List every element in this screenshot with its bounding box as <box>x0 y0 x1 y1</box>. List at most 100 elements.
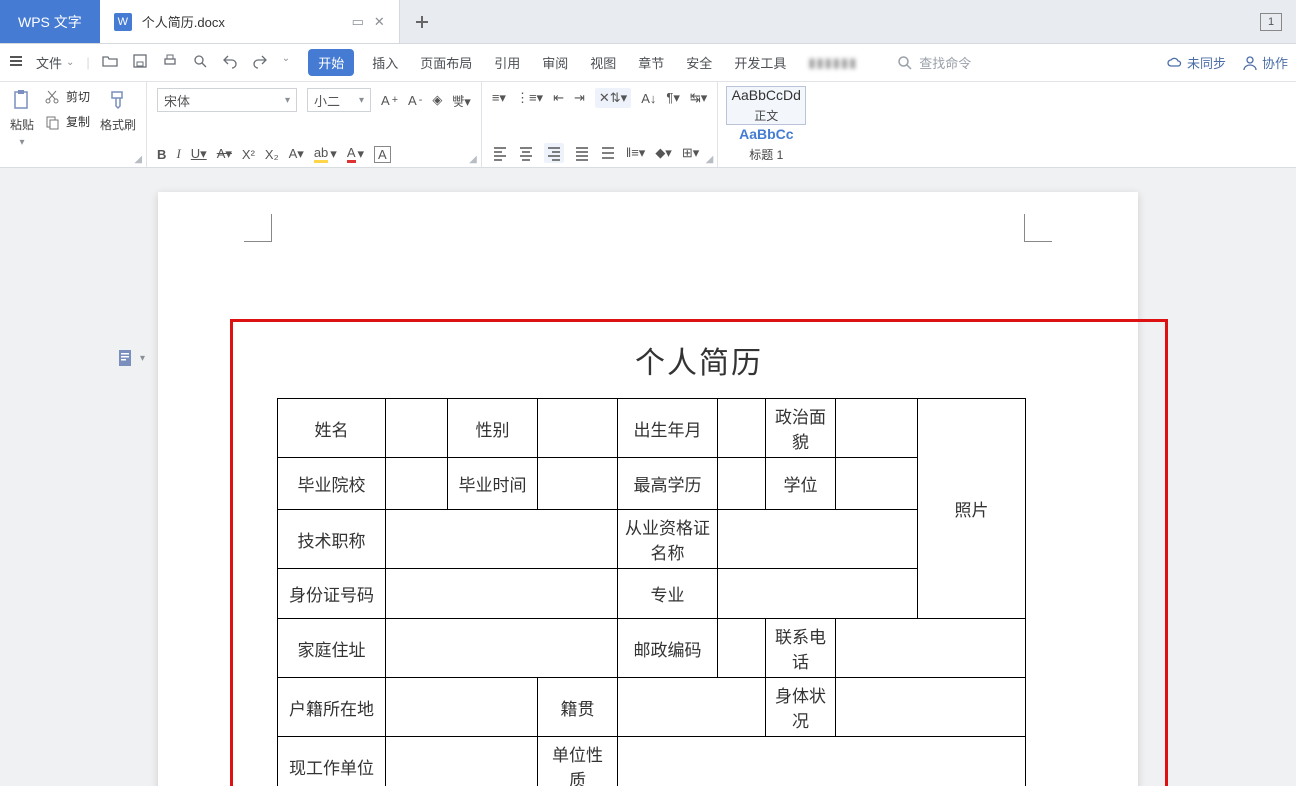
distribute-button[interactable] <box>600 145 616 161</box>
tab-devtools[interactable]: 开发工具 <box>730 49 790 76</box>
cell-label[interactable]: 籍贯 <box>538 678 618 737</box>
redo-icon[interactable] <box>252 53 268 72</box>
cell-value[interactable] <box>836 678 1026 737</box>
cell-label[interactable]: 性别 <box>448 399 538 458</box>
italic-button[interactable]: I <box>176 146 180 162</box>
shading-button[interactable]: ◆▾ <box>655 145 672 161</box>
hamburger-icon[interactable] <box>8 53 24 72</box>
style-heading1[interactable]: AaBbCc 标题 1 <box>726 125 806 164</box>
tab-insert[interactable]: 插入 <box>368 49 402 76</box>
cell-value[interactable] <box>386 399 448 458</box>
close-tab-icon[interactable]: ✕ <box>374 14 385 30</box>
cell-photo[interactable]: 照片 <box>918 399 1026 619</box>
cell-label[interactable]: 学位 <box>766 458 836 510</box>
tab-pagelayout[interactable]: 页面布局 <box>416 49 476 76</box>
bullets-button[interactable]: ≡▾ <box>492 90 506 106</box>
cell-label[interactable]: 毕业时间 <box>448 458 538 510</box>
group-launcher-icon[interactable]: ◢ <box>469 154 477 165</box>
strike-button[interactable]: A▾ <box>217 146 232 162</box>
subscript-button[interactable]: X₂ <box>265 147 279 162</box>
cell-value[interactable] <box>718 399 766 458</box>
align-right-button[interactable] <box>544 143 564 163</box>
cell-label[interactable]: 邮政编码 <box>618 619 718 678</box>
page[interactable]: ▾ 个人简历 姓名 性别 出生年月 政治面貌 照片 毕业院校 <box>158 192 1138 786</box>
cell-label[interactable]: 单位性质 <box>538 737 618 786</box>
command-search[interactable]: 查找命令 <box>897 53 971 72</box>
print-preview-icon[interactable] <box>192 53 208 72</box>
cell-value[interactable] <box>836 458 918 510</box>
tab-security[interactable]: 安全 <box>682 49 716 76</box>
new-tab-button[interactable] <box>400 0 444 43</box>
increase-font-icon[interactable]: A+ <box>381 93 398 108</box>
line-spacing2-button[interactable]: ‖≡▾ <box>626 145 645 161</box>
cell-label[interactable]: 身份证号码 <box>278 569 386 619</box>
char-border-button[interactable]: A <box>374 146 391 163</box>
align-center-button[interactable] <box>518 145 534 161</box>
app-tab[interactable]: WPS 文字 <box>0 0 100 43</box>
highlight-button[interactable]: ab▾ <box>314 145 337 163</box>
tab-button[interactable]: ↹▾ <box>690 90 707 106</box>
cut-button[interactable]: 剪切 <box>44 88 90 105</box>
cell-value[interactable] <box>386 569 618 619</box>
cell-value[interactable] <box>718 510 918 569</box>
sort-button[interactable]: A↓ <box>641 91 656 106</box>
style-normal[interactable]: AaBbCcDd 正文 <box>726 86 806 125</box>
font-size-select[interactable]: 小二 ▾ <box>307 88 371 112</box>
numbering-button[interactable]: ⋮≡▾ <box>516 90 543 106</box>
cell-value[interactable] <box>718 619 766 678</box>
font-name-select[interactable]: 宋体 ▾ <box>157 88 297 112</box>
group-launcher-icon[interactable]: ◢ <box>134 154 142 165</box>
cell-label[interactable]: 户籍所在地 <box>278 678 386 737</box>
copy-button[interactable]: 复制 <box>44 113 90 130</box>
align-left-button[interactable] <box>492 145 508 161</box>
document-area[interactable]: ▾ 个人简历 姓名 性别 出生年月 政治面貌 照片 毕业院校 <box>0 168 1296 786</box>
document-title[interactable]: 个人简历 <box>233 338 1165 382</box>
cell-value[interactable] <box>836 399 918 458</box>
cell-label[interactable]: 姓名 <box>278 399 386 458</box>
cell-value[interactable] <box>386 737 538 786</box>
text-effects-button[interactable]: A▾ <box>289 146 304 162</box>
underline-button[interactable]: U▾ <box>191 146 207 162</box>
cell-value[interactable] <box>718 569 918 619</box>
cell-label[interactable]: 政治面貌 <box>766 399 836 458</box>
section-indicator-icon[interactable]: ▾ <box>116 348 145 368</box>
document-tab[interactable]: W 个人简历.docx ▭ ✕ <box>100 0 400 43</box>
align-justify-button[interactable] <box>574 145 590 161</box>
window-count-badge[interactable]: 1 <box>1260 13 1282 31</box>
tab-review[interactable]: 审阅 <box>538 49 572 76</box>
save-icon[interactable] <box>132 53 148 72</box>
cell-value[interactable] <box>386 678 538 737</box>
undo-icon[interactable] <box>222 53 238 72</box>
cell-label[interactable]: 联系电话 <box>766 619 836 678</box>
show-marks-button[interactable]: ¶▾ <box>666 90 680 106</box>
cell-value[interactable] <box>836 619 1026 678</box>
change-case-icon[interactable]: 뺮▾ <box>452 91 471 110</box>
borders-button[interactable]: ⊞▾ <box>682 145 699 161</box>
decrease-indent-button[interactable]: ⇤ <box>553 90 564 106</box>
sync-status[interactable]: 未同步 <box>1167 53 1226 72</box>
open-icon[interactable] <box>102 53 118 72</box>
font-color-button[interactable]: A▾ <box>347 145 364 163</box>
superscript-button[interactable]: X² <box>242 147 255 162</box>
clear-format-icon[interactable]: ◈ <box>432 92 442 108</box>
decrease-font-icon[interactable]: A- <box>408 93 422 108</box>
group-launcher-icon[interactable]: ◢ <box>706 154 714 165</box>
qat-more-icon[interactable]: ⌄ <box>282 53 290 72</box>
cell-value[interactable] <box>618 737 1026 786</box>
cell-value[interactable] <box>718 458 766 510</box>
cell-value[interactable] <box>386 510 618 569</box>
cell-value[interactable] <box>538 458 618 510</box>
cell-label[interactable]: 现工作单位 <box>278 737 386 786</box>
tab-view[interactable]: 视图 <box>586 49 620 76</box>
cell-value[interactable] <box>538 399 618 458</box>
cell-label[interactable]: 家庭住址 <box>278 619 386 678</box>
cell-value[interactable] <box>386 619 618 678</box>
format-painter-button[interactable]: 格式刷 <box>100 88 136 133</box>
cell-value[interactable] <box>386 458 448 510</box>
cell-label[interactable]: 出生年月 <box>618 399 718 458</box>
cell-label[interactable]: 毕业院校 <box>278 458 386 510</box>
present-icon[interactable]: ▭ <box>352 14 364 30</box>
paste-button[interactable]: 粘贴 ▾ <box>10 88 34 148</box>
tab-chapter[interactable]: 章节 <box>634 49 668 76</box>
cell-label[interactable]: 专业 <box>618 569 718 619</box>
